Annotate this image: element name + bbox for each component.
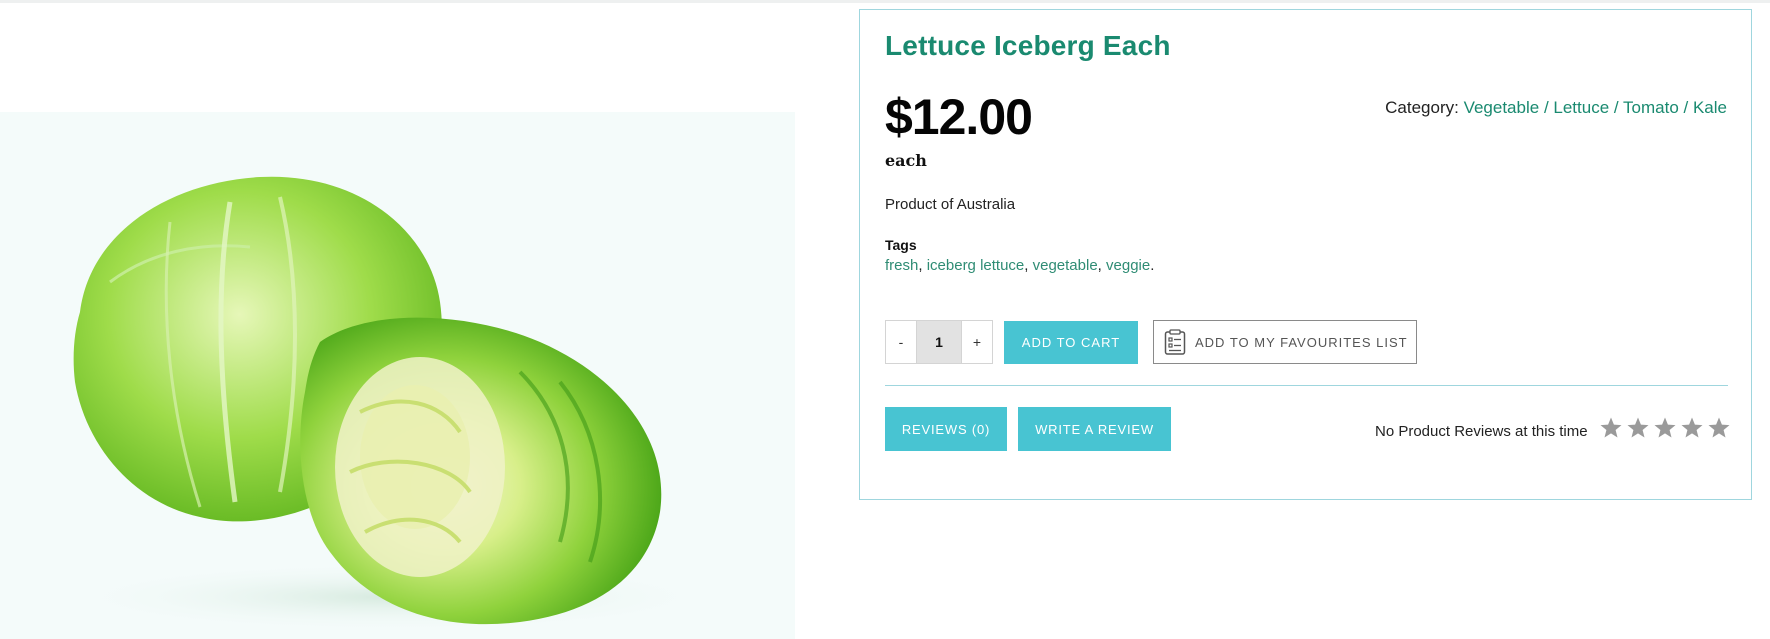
tag-link-fresh[interactable]: fresh: [885, 257, 918, 274]
category-separator: /: [1543, 98, 1554, 117]
add-to-cart-label: ADD TO CART: [1021, 335, 1121, 350]
product-image: [0, 112, 795, 639]
star-icon: [1708, 417, 1730, 438]
quantity-input[interactable]: 1: [917, 320, 961, 364]
category-line: Category: Vegetable / Lettuce / Tomato /…: [1385, 98, 1727, 118]
category-separator: /: [1683, 98, 1693, 117]
section-divider: [885, 385, 1728, 386]
star-icon: [1681, 417, 1703, 438]
tag-end: .: [1150, 257, 1155, 274]
tag-link-veggie[interactable]: veggie: [1106, 257, 1150, 274]
tag-comma: ,: [918, 257, 923, 274]
write-review-label: WRITE A REVIEW: [1035, 421, 1154, 437]
category-link-vegetable[interactable]: Vegetable: [1464, 98, 1540, 117]
category-separator: /: [1613, 98, 1624, 117]
add-to-favourites-button[interactable]: ADD TO MY FAVOURITES LIST: [1153, 320, 1417, 364]
top-divider: [0, 0, 1770, 3]
star-rating: [1599, 416, 1731, 440]
add-to-cart-button[interactable]: ADD TO CART: [1004, 321, 1138, 364]
reviews-button-label: REVIEWS (0): [901, 421, 991, 437]
price-unit: each: [885, 151, 927, 170]
decrement-button[interactable]: -: [885, 320, 917, 364]
star-icon: [1600, 417, 1622, 438]
product-details-card: Lettuce Iceberg Each $12.00 each Product…: [859, 9, 1752, 500]
iceberg-lettuce-photo: [60, 176, 720, 632]
product-origin: Product of Australia: [885, 196, 1016, 213]
category-link-kale[interactable]: Kale: [1693, 98, 1727, 117]
category-link-lettuce[interactable]: Lettuce: [1553, 98, 1609, 117]
reviews-button[interactable]: REVIEWS (0): [885, 407, 1007, 451]
write-review-button[interactable]: WRITE A REVIEW: [1018, 407, 1171, 451]
product-price: $12.00: [885, 89, 1033, 145]
star-icon: [1627, 417, 1649, 438]
quantity-stepper: - 1 +: [885, 320, 993, 364]
product-title: Lettuce Iceberg Each: [885, 30, 1171, 61]
increment-button[interactable]: +: [961, 320, 993, 364]
category-label: Category:: [1385, 98, 1464, 117]
checklist-icon: [1164, 329, 1186, 355]
add-to-favourites-label: ADD TO MY FAVOURITES LIST: [1195, 334, 1408, 350]
tag-link-iceberg-lettuce[interactable]: iceberg lettuce: [927, 257, 1025, 274]
tags-label: Tags: [885, 237, 917, 253]
tags-list: fresh, iceberg lettuce, vegetable, veggi…: [885, 257, 1154, 274]
star-icon: [1654, 417, 1676, 438]
tag-comma: ,: [1097, 257, 1102, 274]
tag-comma: ,: [1024, 257, 1029, 274]
tag-link-vegetable[interactable]: vegetable: [1033, 257, 1098, 274]
reviews-status-text: No Product Reviews at this time: [1375, 423, 1588, 440]
category-link-tomato[interactable]: Tomato: [1623, 98, 1679, 117]
